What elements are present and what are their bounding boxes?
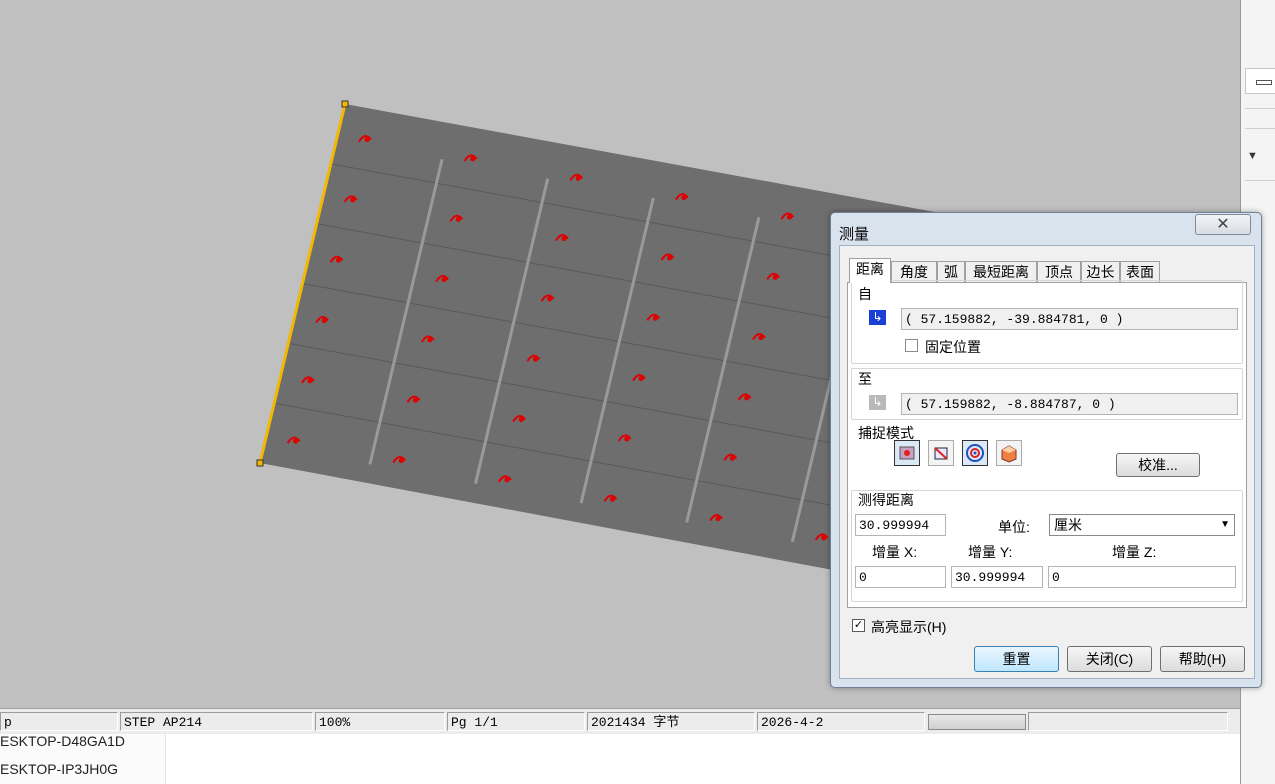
highlight-label: 高亮显示(H) <box>871 619 947 635</box>
measured-distance-label: 测得距离 <box>858 492 914 508</box>
reset-button[interactable]: 重置 <box>974 646 1059 672</box>
panel-divider <box>1245 108 1275 109</box>
minus-icon <box>1256 80 1272 85</box>
status-cell-size: 2021434 字节 <box>587 712 755 731</box>
status-cell-page: Pg 1/1 <box>447 712 585 731</box>
snap-face-glyph <box>1001 445 1017 463</box>
status-bar: p STEP AP214 100% Pg 1/1 2021434 字节 2026… <box>0 708 1240 735</box>
unit-label: 单位: <box>998 519 1030 535</box>
help-button[interactable]: 帮助(H) <box>1160 646 1245 672</box>
marker-dot <box>532 356 538 362</box>
unit-select[interactable]: 厘米 ▼ <box>1049 514 1235 536</box>
marker-dot <box>821 535 827 541</box>
marker-dot <box>681 195 687 201</box>
marker-dot <box>786 214 792 220</box>
network-item[interactable]: ESKTOP-IP3JH0G <box>0 761 118 777</box>
from-coordinates-field: ( 57.159882, -39.884781, 0 ) <box>901 308 1238 330</box>
snap-face-icon[interactable] <box>996 440 1022 466</box>
tab-distance[interactable]: 距离 <box>849 258 891 283</box>
snap-center-glyph <box>966 444 984 462</box>
unit-select-value: 厘米 <box>1054 517 1082 533</box>
pick-point-icon[interactable]: ↳ <box>869 395 886 410</box>
to-coordinates-field: ( 57.159882, -8.884787, 0 ) <box>901 393 1238 415</box>
network-list: ESKTOP-D48GA1D ESKTOP-IP3JH0G <box>0 733 166 784</box>
marker-dot <box>609 496 615 502</box>
marker-dot <box>729 455 735 461</box>
tab-edge-length[interactable]: 边长 <box>1081 261 1120 282</box>
marker-dot <box>652 315 658 321</box>
marker-dot <box>455 216 461 222</box>
snap-edge-icon[interactable] <box>928 440 954 466</box>
tab-angle[interactable]: 角度 <box>891 261 937 282</box>
status-cell-format: STEP AP214 <box>120 712 313 731</box>
marker-dot <box>744 395 750 401</box>
highlight-checkbox[interactable]: ✓ <box>852 619 865 632</box>
delta-x-field: 0 <box>855 566 946 588</box>
tab-vertex[interactable]: 顶点 <box>1037 261 1081 282</box>
taskbar <box>0 734 1240 784</box>
delta-z-field: 0 <box>1048 566 1236 588</box>
marker-dot <box>441 277 447 283</box>
tab-panel-distance: 自 ↳ ( 57.159882, -39.884781, 0 ) 固定位置 至 … <box>847 280 1247 608</box>
marker-dot <box>667 255 673 261</box>
tab-arc[interactable]: 弧 <box>937 261 965 282</box>
delta-y-label: 增量 Y: <box>968 544 1013 560</box>
calibrate-button[interactable]: 校准... <box>1116 453 1200 477</box>
measured-distance-field: 30.999994 <box>855 514 946 536</box>
status-cell-zoom: 100% <box>315 712 445 731</box>
snap-edge-glyph <box>934 447 948 460</box>
snap-center-icon[interactable] <box>962 440 988 466</box>
dropdown-arrow-icon[interactable]: ▼ <box>1247 150 1258 162</box>
status-cell-date: 2026-4-2 <box>757 712 925 731</box>
status-cell-empty <box>1028 712 1228 731</box>
marker-dot <box>293 438 299 444</box>
edge-endpoint-marker <box>341 100 349 108</box>
measure-dialog: 测量 ✕ 距离 角度 弧 最短距离 顶点 边长 表面 自 ↳ ( 57.1598… <box>830 212 1262 688</box>
tab-surface[interactable]: 表面 <box>1120 261 1160 282</box>
marker-dot <box>350 197 356 203</box>
marker-dot <box>772 274 778 280</box>
delta-x-label: 增量 X: <box>872 544 918 560</box>
tab-shortest-distance[interactable]: 最短距离 <box>965 261 1037 282</box>
marker-dot <box>624 436 630 442</box>
marker-dot <box>398 458 404 464</box>
to-label: 至 <box>858 371 872 387</box>
network-item[interactable]: ESKTOP-D48GA1D <box>0 733 125 749</box>
close-x-icon[interactable]: ✕ <box>1195 214 1251 235</box>
delta-y-field: 30.999994 <box>951 566 1043 588</box>
marker-dot <box>518 417 524 423</box>
snap-vertex-glyph <box>899 446 915 460</box>
marker-dot <box>504 477 510 483</box>
snap-vertex-icon[interactable] <box>894 440 920 466</box>
edge-endpoint-marker <box>256 459 264 467</box>
close-button[interactable]: 关闭(C) <box>1067 646 1152 672</box>
fixed-position-checkbox[interactable] <box>905 339 918 352</box>
delta-z-label: 增量 Z: <box>1112 544 1157 560</box>
marker-dot <box>758 335 764 341</box>
panel-divider <box>1245 128 1275 129</box>
chevron-down-icon: ▼ <box>1220 519 1230 530</box>
marker-dot <box>547 296 553 302</box>
marker-dot <box>561 236 567 242</box>
marker-dot <box>321 318 327 324</box>
dialog-title: 测量 <box>839 226 870 243</box>
dialog-body: 距离 角度 弧 最短距离 顶点 边长 表面 自 ↳ ( 57.159882, -… <box>839 245 1255 679</box>
marker-dot <box>307 378 313 384</box>
pick-point-icon[interactable]: ↳ <box>869 310 886 325</box>
minimize-box[interactable] <box>1245 68 1275 94</box>
marker-dot <box>413 397 419 403</box>
marker-dot <box>427 337 433 343</box>
from-label: 自 <box>858 286 872 302</box>
marker-dot <box>715 516 721 522</box>
marker-dot <box>364 137 370 143</box>
marker-dot <box>335 257 341 263</box>
status-cell-mode: p <box>0 712 118 731</box>
snap-group <box>851 426 1071 470</box>
marker-dot <box>470 156 476 162</box>
panel-divider <box>1245 180 1275 181</box>
fixed-position-label: 固定位置 <box>925 339 981 355</box>
progress-bar <box>928 714 1026 730</box>
marker-dot <box>575 175 581 181</box>
marker-dot <box>638 376 644 382</box>
